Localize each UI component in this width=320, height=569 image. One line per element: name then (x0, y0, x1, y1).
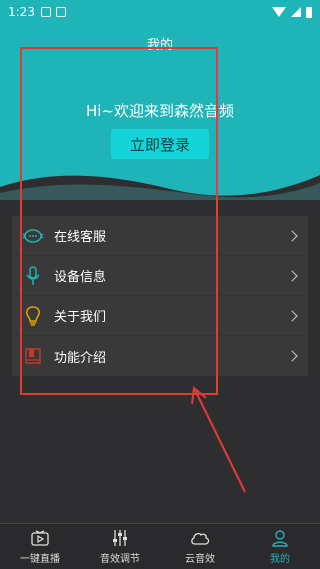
chevron-right-icon (286, 229, 298, 242)
nav-label: 云音效 (185, 554, 215, 565)
cloud-icon (190, 528, 210, 548)
welcome-text: Hi~欢迎来到森然音频 (85, 102, 235, 120)
chevron-right-icon (286, 269, 298, 282)
profile-header: 我的 Hi~欢迎来到森然音频 立即登录 (0, 24, 320, 200)
tab-cloud-effects[interactable]: 云音效 (160, 524, 240, 569)
chevron-right-icon (286, 350, 298, 362)
status-bar: 1:23 (0, 0, 320, 24)
settings-menu: 在线客服 设备信息 关于我们 功能介绍 (12, 216, 308, 376)
image-notification-icon (55, 7, 66, 17)
wifi-icon (272, 7, 286, 17)
chevron-right-icon (286, 309, 298, 322)
tab-mine[interactable]: 我的 (240, 524, 320, 569)
page-title: 我的 (146, 38, 173, 53)
nav-label: 音效调节 (100, 554, 140, 565)
nav-label: 我的 (270, 554, 290, 565)
microphone-icon (22, 265, 44, 287)
tab-live[interactable]: 一键直播 (0, 524, 80, 569)
menu-label: 关于我们 (54, 310, 107, 325)
nav-label: 一键直播 (20, 554, 60, 565)
lightbulb-icon (22, 305, 44, 327)
sliders-icon (111, 528, 129, 548)
bottom-navigation: 一键直播 音效调节 云音效 我的 (0, 523, 320, 569)
menu-item-features[interactable]: 功能介绍 (12, 336, 308, 376)
chat-icon (22, 225, 44, 247)
tv-play-icon (31, 528, 49, 548)
menu-label: 设备信息 (54, 270, 107, 285)
menu-item-online-service[interactable]: 在线客服 (12, 216, 308, 256)
menu-label: 功能介绍 (54, 350, 107, 366)
battery-icon (306, 6, 312, 18)
book-icon (22, 345, 44, 367)
notification-icon (40, 7, 51, 17)
menu-item-about-us[interactable]: 关于我们 (12, 296, 308, 336)
tab-sound-effects[interactable]: 音效调节 (80, 524, 160, 569)
status-time: 1:23 (8, 5, 35, 19)
person-icon (271, 528, 289, 548)
login-button[interactable]: 立即登录 (111, 129, 209, 159)
signal-icon (291, 7, 301, 17)
menu-label: 在线客服 (54, 230, 107, 245)
menu-item-device-info[interactable]: 设备信息 (12, 256, 308, 296)
header-wave (0, 175, 320, 200)
